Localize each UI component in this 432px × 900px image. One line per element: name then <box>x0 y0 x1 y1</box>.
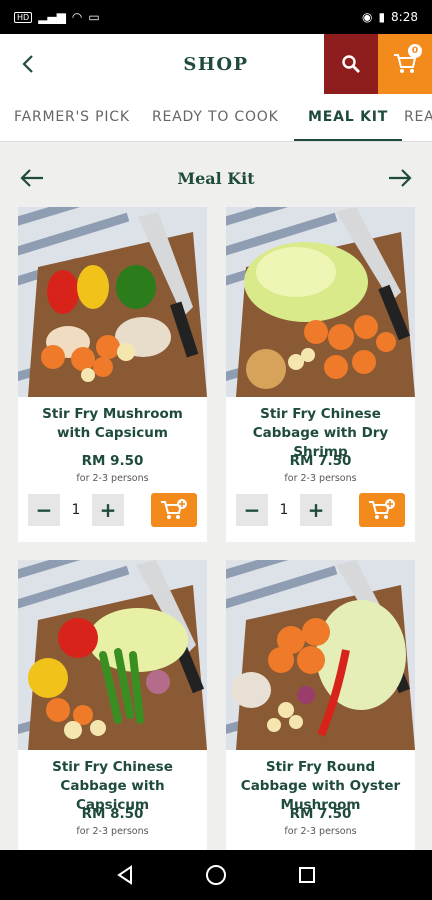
system-nav-bar <box>0 850 432 900</box>
product-name: Stir Fry Chinese Cabbage with Dry Shrimp <box>252 406 389 460</box>
product-image <box>18 207 207 397</box>
product-card[interactable]: Stir Fry Chinese Cabbage with Capsicum R… <box>18 560 207 850</box>
quantity-value: 1 <box>268 494 300 526</box>
product-price: RM 7.50 <box>289 806 352 822</box>
chevron-left-icon <box>22 55 33 73</box>
add-to-cart-button[interactable] <box>359 493 405 527</box>
app-header: SHOP 0 <box>0 34 432 94</box>
product-image <box>226 560 415 750</box>
product-price: RM 7.50 <box>289 453 352 469</box>
product-name: Stir Fry Round Cabbage with Oyster Mushr… <box>240 759 401 813</box>
tab-farmers-pick[interactable]: FARMER'S PICK <box>14 94 130 141</box>
hd-chip: HD <box>14 11 33 23</box>
product-serving: for 2-3 persons <box>284 826 357 837</box>
tab-ready-to-cook[interactable]: READY TO COOK <box>152 94 279 141</box>
product-card[interactable]: Stir Fry Mushroom with Capsicum RM 9.50 … <box>18 207 207 542</box>
prev-section-button[interactable] <box>16 162 48 194</box>
quantity-stepper: − 1 + <box>226 493 415 527</box>
cart-button[interactable]: 0 <box>378 34 432 94</box>
eye-icon: ◉ <box>361 10 373 24</box>
search-button[interactable] <box>324 34 378 94</box>
cart-count-badge: 0 <box>408 44 422 58</box>
product-card[interactable]: Stir Fry Round Cabbage with Oyster Mushr… <box>226 560 415 850</box>
back-button[interactable] <box>0 34 56 94</box>
product-image <box>18 560 207 750</box>
next-section-button[interactable] <box>384 162 416 194</box>
nav-home-button[interactable] <box>196 855 236 895</box>
quantity-stepper: − 1 + <box>18 493 207 527</box>
product-name: Stir Fry Chinese Cabbage with Capsicum <box>52 759 173 813</box>
status-bar: HD ▂▄▆ ◠ ▭ ◉ ▮ 8:28 <box>0 0 432 34</box>
decrease-button[interactable]: − <box>236 494 268 526</box>
add-cart-icon <box>161 499 187 519</box>
tab-meal-kit[interactable]: MEAL KIT <box>294 94 403 141</box>
increase-button[interactable]: + <box>92 494 124 526</box>
circle-home-icon <box>205 865 226 885</box>
product-card[interactable]: Stir Fry Chinese Cabbage with Dry Shrimp… <box>226 207 415 542</box>
product-serving: for 2-3 persons <box>76 826 149 837</box>
signal-icon: ▂▄▆ <box>38 10 66 24</box>
nav-recents-button[interactable] <box>287 855 327 895</box>
screen-icon: ▭ <box>88 10 100 24</box>
battery-icon: ▮ <box>378 10 386 24</box>
nav-back-button[interactable] <box>105 855 145 895</box>
category-tabs: FARMER'S PICK READY TO COOK MEAL KIT REA <box>0 94 432 142</box>
arrow-left-icon <box>20 169 43 187</box>
product-serving: for 2-3 persons <box>284 473 357 484</box>
search-icon <box>342 55 360 73</box>
product-price: RM 8.50 <box>81 806 144 822</box>
arrow-right-icon <box>389 169 412 187</box>
product-serving: for 2-3 persons <box>76 473 149 484</box>
product-price: RM 9.50 <box>81 453 144 469</box>
square-recents-icon <box>298 867 315 883</box>
add-cart-icon <box>369 499 395 519</box>
triangle-back-icon <box>117 865 133 885</box>
section-title: Meal Kit <box>177 168 255 188</box>
add-to-cart-button[interactable] <box>151 493 197 527</box>
product-image <box>226 207 415 397</box>
tab-ready-partial[interactable]: REA <box>404 94 432 141</box>
wifi-icon: ◠ <box>71 10 83 24</box>
quantity-value: 1 <box>60 494 92 526</box>
decrease-button[interactable]: − <box>28 494 60 526</box>
increase-button[interactable]: + <box>300 494 332 526</box>
section-nav: Meal Kit <box>0 158 432 198</box>
product-name: Stir Fry Mushroom with Capsicum <box>42 406 183 441</box>
clock: 8:28 <box>391 10 418 24</box>
